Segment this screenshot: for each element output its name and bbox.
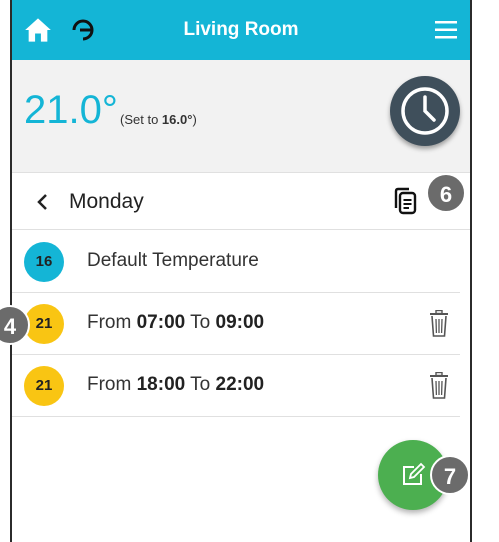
from-label: From (87, 312, 137, 333)
to-label: To (185, 374, 216, 395)
to-time: 09:00 (215, 312, 265, 333)
list-item-period-1[interactable]: 21 From 07:00 To 09:00 (12, 293, 460, 355)
to-time: 22:00 (215, 374, 265, 395)
current-temperature: 21.0° (24, 88, 118, 132)
period-time-range: From 18:00 To 22:00 (87, 374, 264, 396)
from-time: 18:00 (136, 374, 186, 395)
list-item-period-2[interactable]: 21 From 18:00 To 22:00 (12, 355, 460, 417)
default-temperature-label: Default Temperature (87, 250, 259, 271)
temperature-badge: 16 (24, 242, 64, 282)
schedule-clock-button[interactable] (390, 76, 460, 146)
trash-icon[interactable] (428, 310, 450, 338)
app-frame: Living Room 21.0° (Set to 16.0°) Monday (10, 0, 472, 542)
clock-icon (401, 87, 449, 135)
setpoint-suffix: ) (192, 112, 197, 127)
app-bar: Living Room (12, 0, 470, 60)
from-label: From (87, 374, 137, 395)
temperature-badge: 21 (24, 304, 64, 344)
copy-icon[interactable] (390, 186, 420, 216)
setpoint-text: (Set to 16.0°) (120, 112, 197, 127)
period-time-range: From 07:00 To 09:00 (87, 312, 264, 334)
page-title: Living Room (183, 19, 299, 40)
menu-icon[interactable] (434, 18, 458, 42)
setpoint-prefix: (Set to (120, 112, 162, 127)
chevron-left-icon[interactable] (34, 192, 52, 212)
temperature-panel: 21.0° (Set to 16.0°) (12, 60, 470, 172)
edit-icon (403, 462, 426, 485)
setpoint-value: 16.0° (161, 112, 193, 127)
list-item-default[interactable]: 16 Default Temperature (12, 231, 460, 293)
to-label: To (185, 312, 216, 333)
from-time: 07:00 (136, 312, 186, 333)
day-selector: Monday (12, 172, 470, 230)
callout-badge-6: 6 (426, 173, 466, 213)
callout-badge-7: 7 (430, 455, 470, 495)
day-label: Monday (69, 190, 144, 213)
trash-icon[interactable] (428, 372, 450, 400)
temperature-badge: 21 (24, 366, 64, 406)
